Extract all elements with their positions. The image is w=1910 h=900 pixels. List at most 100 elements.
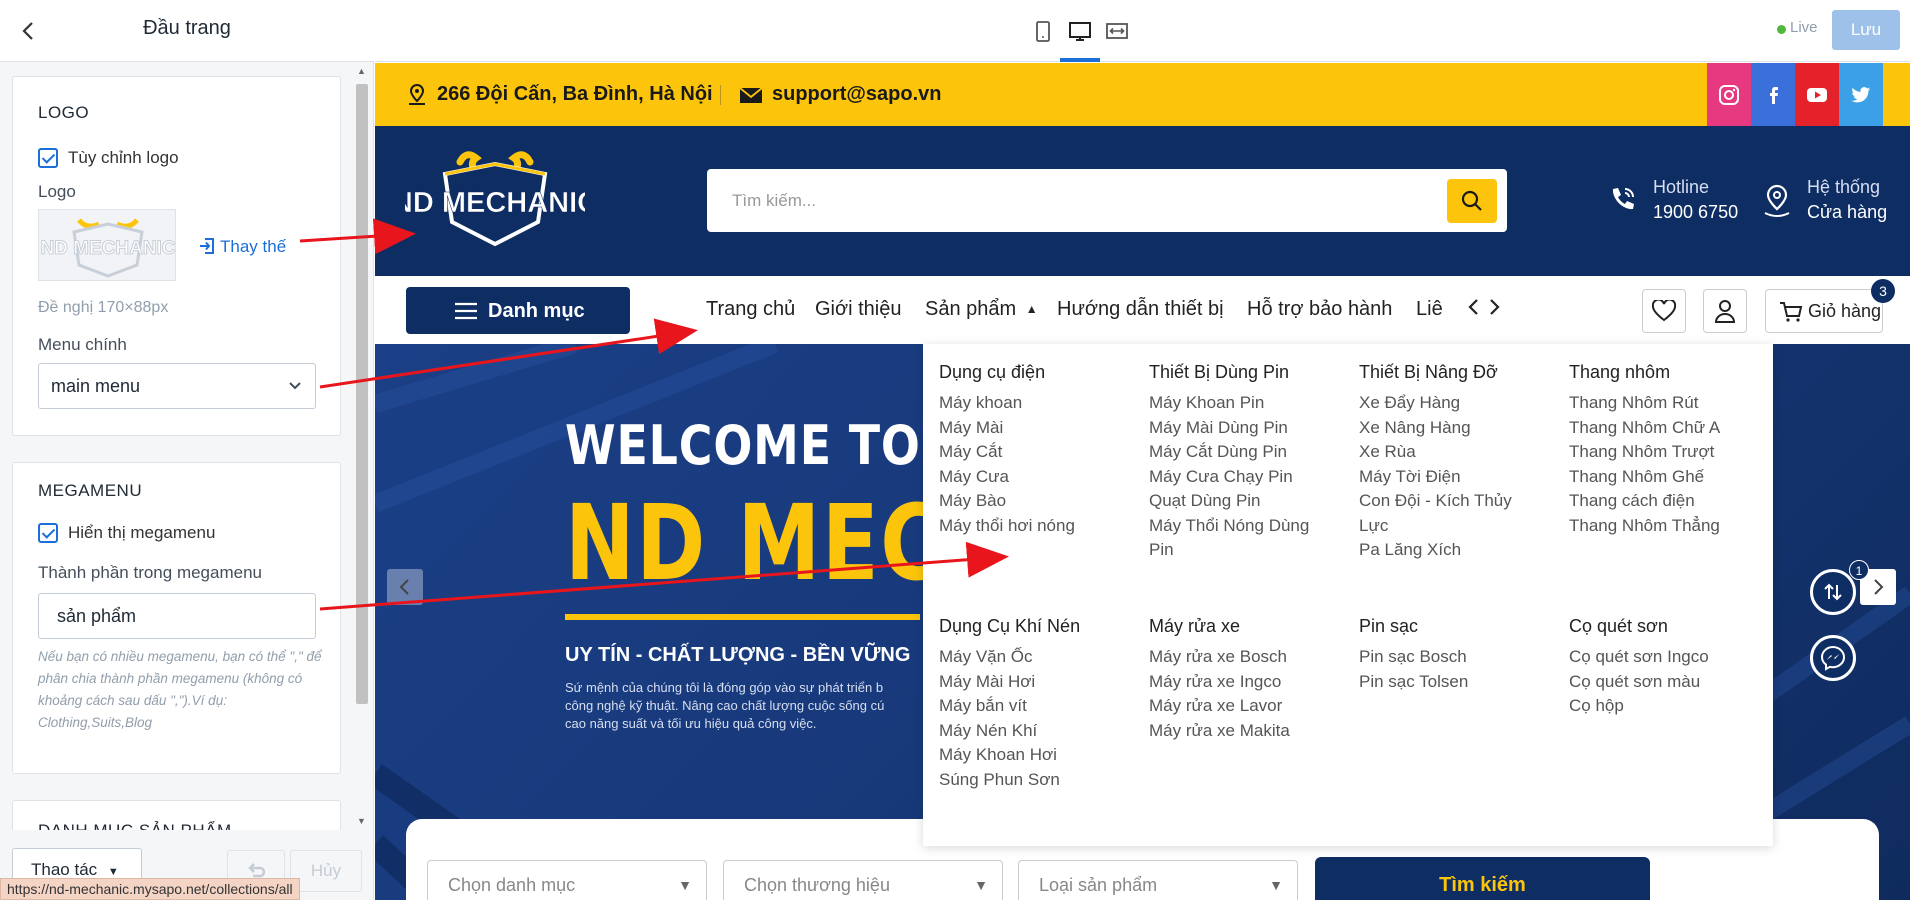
scroll-up-icon[interactable]: ▲ xyxy=(357,66,366,76)
nav-device-guide[interactable]: Hướng dẫn thiết bị xyxy=(1057,298,1224,321)
wishlist-icon[interactable] xyxy=(1642,289,1686,333)
megamenu-link[interactable]: Máy thổi hơi nóng xyxy=(939,514,1129,539)
facebook-icon[interactable] xyxy=(1751,63,1795,126)
store-system-sub[interactable]: Cửa hàng xyxy=(1807,202,1887,223)
main-menu-select[interactable]: main menu xyxy=(38,363,316,409)
megamenu-link[interactable]: Máy rửa xe Ingco xyxy=(1149,670,1339,695)
megamenu-heading[interactable]: Thang nhôm xyxy=(1569,362,1759,383)
filter-search-button[interactable]: Tìm kiếm xyxy=(1315,857,1650,900)
filter-category-select[interactable]: Chọn danh mục ▼ xyxy=(427,860,707,900)
megamenu-link[interactable]: Thang Nhôm Trượt xyxy=(1569,440,1759,465)
nav-next-icon[interactable] xyxy=(1485,296,1503,324)
nav-about[interactable]: Giới thiệu xyxy=(815,298,901,321)
account-icon[interactable] xyxy=(1703,289,1747,333)
sign-in-icon xyxy=(200,238,214,254)
twitter-icon[interactable] xyxy=(1839,63,1883,126)
megamenu-heading[interactable]: Pin sạc xyxy=(1359,616,1549,637)
megamenu-link[interactable]: Con Đội - Kích Thủy xyxy=(1359,489,1549,514)
megamenu-link[interactable]: Cọ quét sơn màu xyxy=(1569,670,1759,695)
megamenu-link[interactable]: Thang cách điện xyxy=(1569,489,1759,514)
category-menu-button[interactable]: Danh mục xyxy=(406,287,630,334)
megamenu-link[interactable]: Máy Mài Dùng Pin xyxy=(1149,416,1339,441)
megamenu-heading[interactable]: Dụng cụ điện xyxy=(939,362,1129,383)
caret-up-icon: ▲ xyxy=(1025,302,1038,316)
nav-products[interactable]: Sản phẩm ▲ xyxy=(925,298,1038,321)
megamenu-link[interactable]: Máy khoan xyxy=(939,391,1129,416)
filter-brand-select[interactable]: Chọn thương hiệu ▼ xyxy=(723,860,1003,900)
megamenu-link[interactable]: Xe Nâng Hàng xyxy=(1359,416,1549,441)
compare-float-button[interactable] xyxy=(1810,569,1856,615)
megamenu-link[interactable]: Máy rửa xe Makita xyxy=(1149,719,1339,744)
desktop-view-icon[interactable] xyxy=(1065,16,1095,46)
scroll-down-icon[interactable]: ▼ xyxy=(357,816,366,826)
megamenu-link[interactable]: Máy Khoan Hơi xyxy=(939,743,1129,768)
megamenu-heading[interactable]: Máy rửa xe xyxy=(1149,616,1339,637)
megamenu-link[interactable]: Máy Mài xyxy=(939,416,1129,441)
megamenu-link[interactable]: Máy Tời Điện xyxy=(1359,465,1549,490)
megamenu-link[interactable]: Máy Thổi Nóng Dùng xyxy=(1149,514,1339,539)
settings-scroll-area[interactable]: LOGO Tùy chỉnh logo Logo ND MECHANIC Tha… xyxy=(0,62,352,830)
show-megamenu-checkbox[interactable] xyxy=(38,523,58,543)
megamenu-link[interactable]: Máy Mài Hơi xyxy=(939,670,1129,695)
megamenu-link[interactable]: Máy rửa xe Bosch xyxy=(1149,645,1339,670)
megamenu-link[interactable]: Máy Cưa xyxy=(939,465,1129,490)
megamenu-link[interactable]: Cọ hộp xyxy=(1569,694,1759,719)
panel-scrollbar[interactable]: ▲ ▼ xyxy=(354,66,370,830)
megamenu-link[interactable]: Máy Nén Khí xyxy=(939,719,1129,744)
megamenu-link[interactable]: Thang Nhôm Thẳng xyxy=(1569,514,1759,539)
megamenu-heading[interactable]: Cọ quét sơn xyxy=(1569,616,1759,637)
megamenu-link[interactable]: Cọ quét sơn Ingco xyxy=(1569,645,1759,670)
megamenu-link[interactable]: Thang Nhôm Rút xyxy=(1569,391,1759,416)
filter-type-select[interactable]: Loại sản phẩm ▼ xyxy=(1018,860,1298,900)
megamenu-link[interactable]: Quạt Dùng Pin xyxy=(1149,489,1339,514)
megamenu-link[interactable]: Pa Lăng Xích xyxy=(1359,538,1549,563)
megamenu-heading[interactable]: Thiết Bị Nâng Đỡ xyxy=(1359,362,1549,383)
replace-logo-label: Thay thế xyxy=(220,237,287,256)
megamenu-link[interactable]: Xe Rùa xyxy=(1359,440,1549,465)
site-search-input[interactable]: Tìm kiếm... xyxy=(707,169,1507,232)
nav-prev-icon[interactable] xyxy=(1465,296,1483,324)
messenger-icon[interactable] xyxy=(1810,635,1856,681)
megamenu-link[interactable]: Máy rửa xe Lavor xyxy=(1149,694,1339,719)
megamenu-link[interactable]: Lực xyxy=(1359,514,1549,539)
cancel-button[interactable]: Hủy xyxy=(290,850,362,892)
megamenu-link[interactable]: Thang Nhôm Ghế xyxy=(1569,465,1759,490)
megamenu-heading[interactable]: Thiết Bị Dùng Pin xyxy=(1149,362,1339,383)
slider-prev-button[interactable] xyxy=(387,569,423,605)
fullwidth-view-icon[interactable] xyxy=(1102,16,1132,46)
megamenu-component-input[interactable]: sản phẩm xyxy=(38,593,316,639)
instagram-icon[interactable] xyxy=(1707,63,1751,126)
megamenu-link[interactable]: Máy Khoan Pin xyxy=(1149,391,1339,416)
custom-logo-checkbox[interactable] xyxy=(38,148,58,168)
megamenu-link[interactable]: Máy Cưa Chạy Pin xyxy=(1149,465,1339,490)
megamenu-link[interactable]: Máy Bào xyxy=(939,489,1129,514)
site-topbar: 266 Đội Cấn, Ba Đình, Hà Nội support@sap… xyxy=(375,63,1910,126)
megamenu-link[interactable]: Máy bắn vít xyxy=(939,694,1129,719)
topbar-divider xyxy=(720,85,721,105)
replace-logo-button[interactable]: Thay thế xyxy=(198,237,286,257)
store-email[interactable]: support@sapo.vn xyxy=(772,83,942,106)
mobile-view-icon[interactable] xyxy=(1028,16,1058,46)
megamenu-link[interactable]: Pin xyxy=(1149,538,1339,563)
scrollbar-thumb[interactable] xyxy=(356,84,368,704)
megamenu-link[interactable]: Pin sạc Tolsen xyxy=(1359,670,1549,695)
site-logo[interactable]: ND MECHANIC xyxy=(392,144,598,256)
megamenu-link[interactable]: Xe Đẩy Hàng xyxy=(1359,391,1549,416)
megamenu-link[interactable]: Thang Nhôm Chữ A xyxy=(1569,416,1759,441)
save-button[interactable]: Lưu xyxy=(1832,10,1900,50)
megamenu-link[interactable]: Máy Cắt Dùng Pin xyxy=(1149,440,1339,465)
megamenu-link[interactable]: Súng Phun Sơn xyxy=(939,768,1129,793)
megamenu-link[interactable]: Pin sạc Bosch xyxy=(1359,645,1549,670)
nav-contact[interactable]: Liê xyxy=(1416,298,1443,321)
search-button[interactable] xyxy=(1447,179,1497,223)
nav-warranty[interactable]: Hỗ trợ bảo hành xyxy=(1247,298,1392,321)
megamenu-heading[interactable]: Dụng Cụ Khí Nén xyxy=(939,616,1129,637)
youtube-icon[interactable] xyxy=(1795,63,1839,126)
nav-home[interactable]: Trang chủ xyxy=(706,298,795,321)
megamenu-link[interactable]: Máy Vặn Ốc xyxy=(939,645,1129,670)
actions-label: Thao tác xyxy=(31,860,98,879)
megamenu-link[interactable]: Máy Cắt xyxy=(939,440,1129,465)
cart-button[interactable]: Giỏ hàng xyxy=(1765,289,1883,333)
location-pin-icon xyxy=(409,83,425,105)
hotline-number[interactable]: 1900 6750 xyxy=(1653,202,1738,223)
